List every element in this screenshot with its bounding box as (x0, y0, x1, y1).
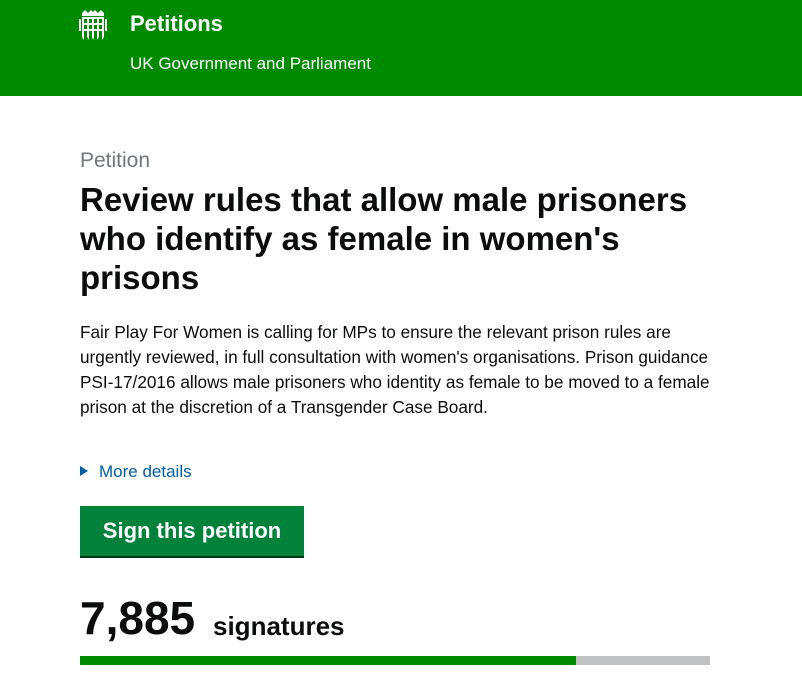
more-details-label: More details (99, 462, 192, 481)
portcullis-icon[interactable] (79, 9, 107, 40)
more-details-toggle[interactable]: More details (80, 461, 192, 483)
petition-caption: Petition (80, 149, 151, 172)
sign-petition-button[interactable]: Sign this petition (80, 506, 304, 556)
site-title-link[interactable]: Petitions (130, 11, 223, 37)
site-subtitle: UK Government and Parliament (130, 54, 371, 73)
triangle-right-icon (80, 466, 88, 476)
petition-title: Review rules that allow male prisoners w… (80, 181, 688, 296)
signature-count-label: signatures (213, 611, 345, 641)
signature-progress-fill (80, 656, 577, 665)
petition-summary: Fair Play For Women is calling for MPs t… (80, 322, 710, 417)
signature-count: 7,885 (80, 592, 196, 644)
signature-progress-bar (80, 656, 710, 665)
site-header: Petitions UK Government and Parliament (0, 0, 802, 96)
